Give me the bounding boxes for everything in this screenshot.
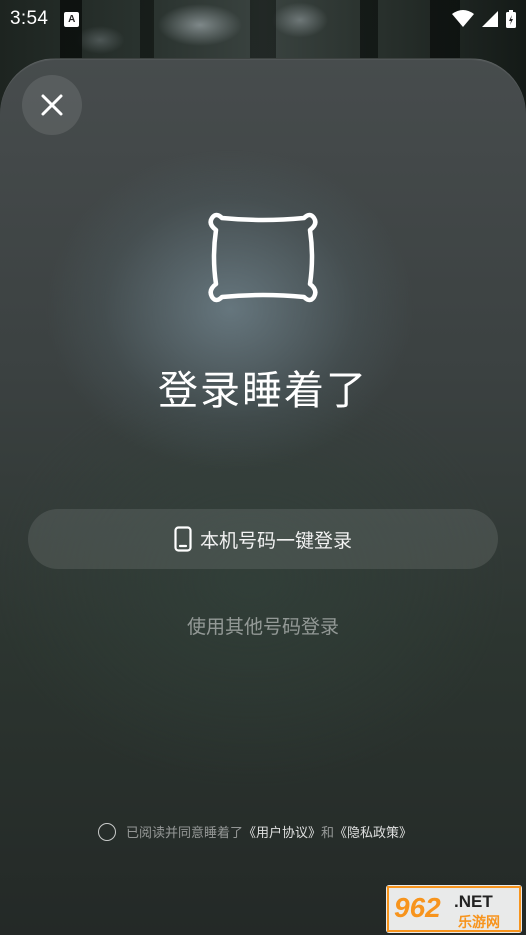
login-sheet — [0, 58, 526, 935]
agreement-row: 已阅读并同意睡着了《用户协议》和《隐私政策》 — [98, 822, 412, 841]
signal-icon — [482, 11, 498, 27]
agreement-prefix: 已阅读并同意睡着了 — [126, 826, 244, 841]
battery-charging-icon — [506, 10, 516, 28]
watermark-suffix: .NET — [454, 892, 493, 911]
other-number-login-link[interactable]: 使用其他号码登录 — [0, 612, 526, 639]
wifi-icon — [452, 10, 474, 27]
phone-icon — [174, 526, 192, 552]
agreement-text: 已阅读并同意睡着了《用户协议》和《隐私政策》 — [126, 822, 412, 841]
agreement-conjunction: 和 — [321, 826, 335, 841]
status-time: 3:54 — [10, 8, 49, 29]
pillow-icon — [208, 212, 318, 303]
user-agreement-link[interactable]: 《用户协议》 — [243, 826, 321, 841]
a-box-icon: A — [64, 11, 80, 27]
status-bar: 3:54 A — [0, 0, 526, 38]
agreement-checkbox[interactable] — [98, 822, 116, 841]
close-button[interactable] — [22, 75, 82, 135]
privacy-policy-link[interactable]: 《隐私政策》 — [334, 826, 412, 841]
status-icons — [452, 10, 516, 28]
one-click-login-button[interactable]: 本机号码一键登录 — [28, 509, 498, 569]
watermark-subtitle: 乐游网 — [458, 914, 500, 931]
watermark-number: 962 — [394, 892, 441, 923]
page-title: 登录睡着了 — [158, 368, 368, 414]
close-icon — [41, 94, 63, 116]
watermark-logo: 962 .NET 乐游网 — [386, 885, 522, 933]
one-click-login-label: 本机号码一键登录 — [199, 529, 352, 552]
